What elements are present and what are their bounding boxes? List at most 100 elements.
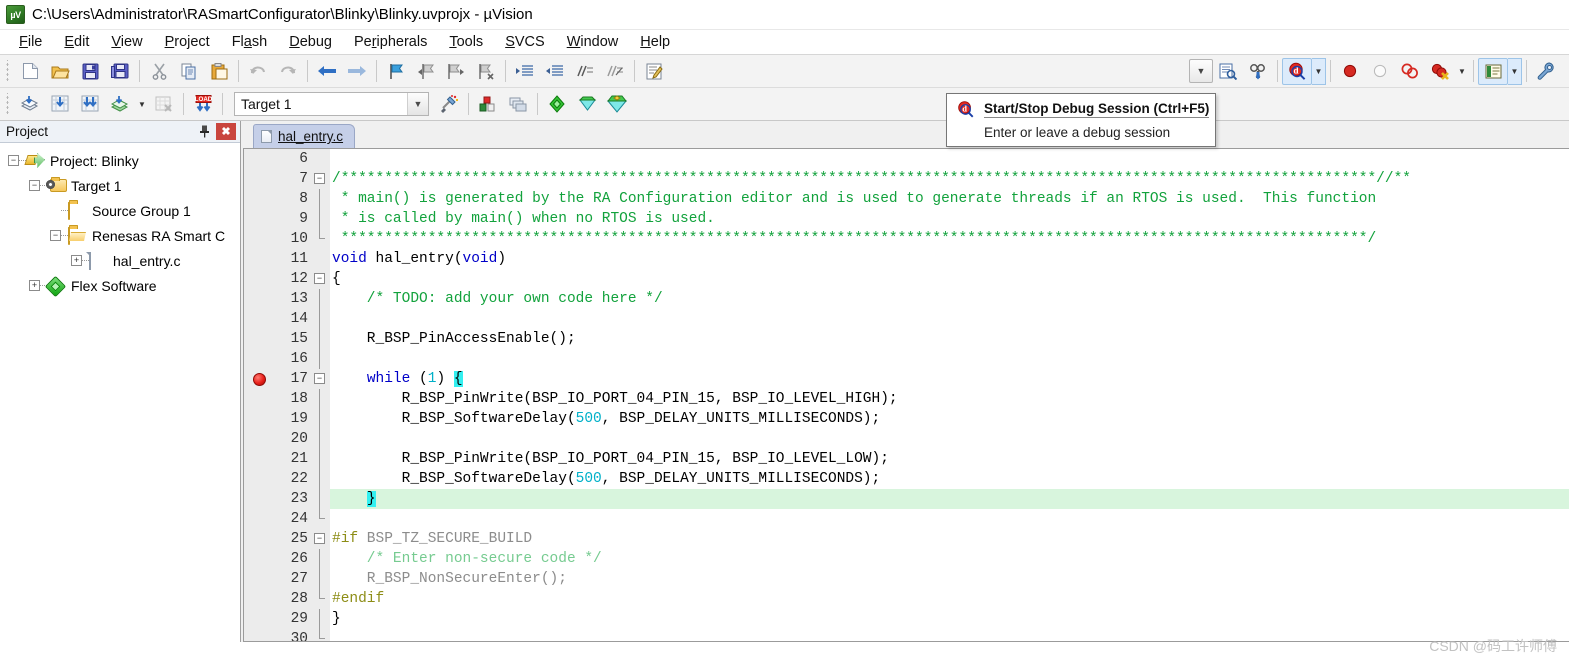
indent-left-icon[interactable] [540, 58, 570, 85]
code-text-area[interactable]: /***************************************… [330, 149, 1569, 641]
stop-build-icon[interactable] [149, 91, 179, 118]
copy-icon[interactable] [174, 58, 204, 85]
indent-right-icon[interactable] [510, 58, 540, 85]
breakpoint-slot[interactable] [244, 329, 276, 349]
menu-item-debug[interactable]: Debug [278, 32, 343, 52]
menu-item-tools[interactable]: Tools [438, 32, 494, 52]
breakpoint-slot[interactable] [244, 549, 276, 569]
new-file-icon[interactable] [15, 58, 45, 85]
fold-collapse-icon[interactable]: − [314, 373, 325, 384]
breakpoint-slot[interactable] [244, 469, 276, 489]
debug-dropdown-icon[interactable]: ▼ [1312, 57, 1326, 85]
bookmark-next-icon[interactable] [441, 58, 471, 85]
configure-tools-icon[interactable] [1531, 58, 1561, 85]
insert-binary-icon[interactable] [1243, 58, 1273, 85]
start-stop-debug-icon[interactable]: d [1282, 57, 1312, 85]
menu-item-edit[interactable]: Edit [53, 32, 100, 52]
code-line[interactable]: ****************************************… [330, 229, 1569, 249]
menu-item-peripherals[interactable]: Peripherals [343, 32, 438, 52]
code-line[interactable]: #endif [330, 589, 1569, 609]
code-line[interactable]: * main() is generated by the RA Configur… [330, 189, 1569, 209]
code-line[interactable]: R_BSP_NonSecureEnter(); [330, 569, 1569, 589]
open-file-icon[interactable] [45, 58, 75, 85]
find-in-files-icon[interactable] [1213, 58, 1243, 85]
breakpoint-slot[interactable] [244, 509, 276, 529]
breakpoint-slot[interactable] [244, 629, 276, 641]
code-line[interactable] [330, 629, 1569, 641]
batch-build-icon[interactable] [105, 91, 135, 118]
chevron-down-icon[interactable]: ▼ [407, 93, 428, 115]
disable-breakpoint-icon[interactable] [1365, 58, 1395, 85]
batch-build-dropdown-icon[interactable]: ▼ [135, 91, 149, 118]
breakpoint-slot[interactable] [244, 149, 276, 169]
collapse-toggle-icon[interactable]: − [50, 230, 61, 241]
breakpoint-slot[interactable] [244, 429, 276, 449]
breakpoint-slot[interactable] [244, 309, 276, 329]
tree-item[interactable]: + hal_entry.c [0, 248, 240, 273]
code-line[interactable] [330, 309, 1569, 329]
fold-collapse-icon[interactable]: − [314, 273, 325, 284]
paste-icon[interactable] [204, 58, 234, 85]
close-icon[interactable]: ✖ [216, 123, 236, 140]
code-line[interactable] [330, 349, 1569, 369]
code-line[interactable]: /* Enter non-secure code */ [330, 549, 1569, 569]
tree-item[interactable]: − Project: Blinky [0, 148, 240, 173]
code-line[interactable]: R_BSP_SoftwareDelay(500, BSP_DELAY_UNITS… [330, 469, 1569, 489]
menu-item-view[interactable]: View [100, 32, 153, 52]
build-icon[interactable] [45, 91, 75, 118]
cut-icon[interactable] [144, 58, 174, 85]
download-icon[interactable]: LOAD [188, 91, 218, 118]
collapse-toggle-icon[interactable]: − [8, 155, 19, 166]
fold-slot[interactable]: − [310, 529, 330, 549]
pin-icon[interactable] [196, 123, 213, 140]
expand-toggle-icon[interactable]: + [71, 255, 82, 266]
code-line[interactable]: /* TODO: add your own code here */ [330, 289, 1569, 309]
redo-icon[interactable] [273, 58, 303, 85]
software-packs-icon[interactable] [602, 91, 632, 118]
manage-rte-icon[interactable] [572, 91, 602, 118]
code-editor[interactable]: 6 7 8 9 10 11 12 13 14 15 16 17 18 19 20 21 22 23 24 25 26 27… [243, 148, 1569, 642]
code-line[interactable]: while (1) { [330, 369, 1569, 389]
fold-slot[interactable]: − [310, 169, 330, 189]
code-line[interactable]: void hal_entry(void) [330, 249, 1569, 269]
bookmark-clear-icon[interactable] [471, 58, 501, 85]
breakpoint-slot[interactable] [244, 489, 276, 509]
disable-all-breakpoints-icon[interactable] [1395, 58, 1425, 85]
expand-toggle-icon[interactable]: + [29, 280, 40, 291]
breakpoint-slot[interactable] [244, 529, 276, 549]
breakpoint-slot[interactable] [244, 449, 276, 469]
save-icon[interactable] [75, 58, 105, 85]
breakpoint-slot[interactable] [244, 389, 276, 409]
breakpoint-dot-icon[interactable] [253, 373, 266, 386]
collapse-toggle-icon[interactable]: − [29, 180, 40, 191]
menu-item-file[interactable]: File [8, 32, 53, 52]
breakpoint-marker[interactable] [244, 369, 276, 389]
code-folding-gutter[interactable]: − − − − [310, 149, 330, 641]
breakpoint-slot[interactable] [244, 409, 276, 429]
pack-installer-icon[interactable] [542, 91, 572, 118]
navigate-back-icon[interactable] [312, 58, 342, 85]
code-line[interactable]: * is called by main() when no RTOS is us… [330, 209, 1569, 229]
tree-item[interactable]: + Flex Software [0, 273, 240, 298]
fold-slot[interactable]: − [310, 269, 330, 289]
breakpoint-slot[interactable] [244, 589, 276, 609]
code-line[interactable]: } [330, 609, 1569, 629]
breakpoint-dropdown-icon[interactable]: ▼ [1455, 58, 1469, 85]
insert-breakpoint-icon[interactable] [1335, 58, 1365, 85]
breakpoint-slot[interactable] [244, 569, 276, 589]
breakpoint-slot[interactable] [244, 269, 276, 289]
fold-collapse-icon[interactable]: − [314, 173, 325, 184]
menu-item-window[interactable]: Window [556, 32, 630, 52]
kill-all-breakpoints-icon[interactable] [1425, 58, 1455, 85]
code-line[interactable]: R_BSP_PinWrite(BSP_IO_PORT_04_PIN_15, BS… [330, 449, 1569, 469]
uncomment-icon[interactable] [600, 58, 630, 85]
code-line-current[interactable]: } [330, 489, 1569, 509]
code-line[interactable]: R_BSP_SoftwareDelay(500, BSP_DELAY_UNITS… [330, 409, 1569, 429]
multi-project-icon[interactable] [503, 91, 533, 118]
windows-dropdown-icon[interactable]: ▼ [1508, 57, 1522, 85]
breakpoint-slot[interactable] [244, 349, 276, 369]
menu-item-flash[interactable]: Flash [221, 32, 279, 52]
translate-icon[interactable] [15, 91, 45, 118]
fold-slot[interactable]: − [310, 369, 330, 389]
target-options-icon[interactable] [434, 91, 464, 118]
